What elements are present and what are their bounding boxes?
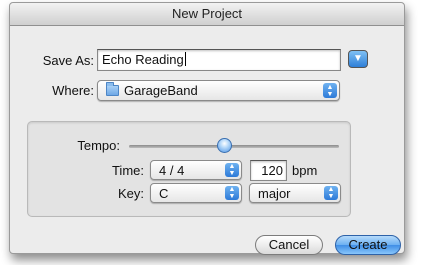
key-mode-popup[interactable]: major ▲ ▼ <box>249 183 341 203</box>
where-label: Where: <box>52 83 94 98</box>
triangle-down-icon: ▼ <box>353 53 363 64</box>
window-title: New Project <box>171 6 243 21</box>
tempo-label: Tempo: <box>77 138 120 153</box>
tempo-slider-thumb[interactable] <box>216 138 232 153</box>
create-button[interactable]: Create <box>335 235 401 255</box>
folder-icon <box>106 82 119 96</box>
save-as-value: Echo Reading <box>102 52 184 67</box>
popup-arrows-icon: ▲ ▼ <box>225 163 239 177</box>
key-label: Key: <box>117 186 144 201</box>
time-signature-selected: 4 / 4 <box>159 163 185 178</box>
popup-arrows-icon: ▲ ▼ <box>225 186 239 200</box>
bpm-field[interactable]: 120 <box>250 160 287 181</box>
text-caret <box>184 52 186 66</box>
save-as-field[interactable]: Echo Reading <box>97 49 341 71</box>
where-popup[interactable]: GarageBand ▲ ▼ <box>97 80 340 101</box>
cancel-button[interactable]: Cancel <box>255 235 323 255</box>
tempo-slider[interactable] <box>129 145 339 148</box>
key-note-popup[interactable]: C ▲ ▼ <box>150 183 242 203</box>
time-signature-popup[interactable]: 4 / 4 ▲ ▼ <box>150 160 242 180</box>
key-note-selected: C <box>159 186 169 201</box>
save-as-label: Save As: <box>42 53 94 68</box>
bpm-value: 120 <box>261 163 283 178</box>
expand-disclosure-button[interactable]: ▼ <box>348 50 368 68</box>
popup-arrows-icon: ▲ ▼ <box>323 83 337 98</box>
popup-arrows-icon: ▲ ▼ <box>324 186 338 200</box>
bpm-unit-label: bpm <box>292 163 318 178</box>
key-mode-selected: major <box>258 186 291 201</box>
time-label: Time: <box>111 163 144 178</box>
title-bar[interactable]: New Project <box>10 3 404 26</box>
where-selected: GarageBand <box>124 83 198 98</box>
